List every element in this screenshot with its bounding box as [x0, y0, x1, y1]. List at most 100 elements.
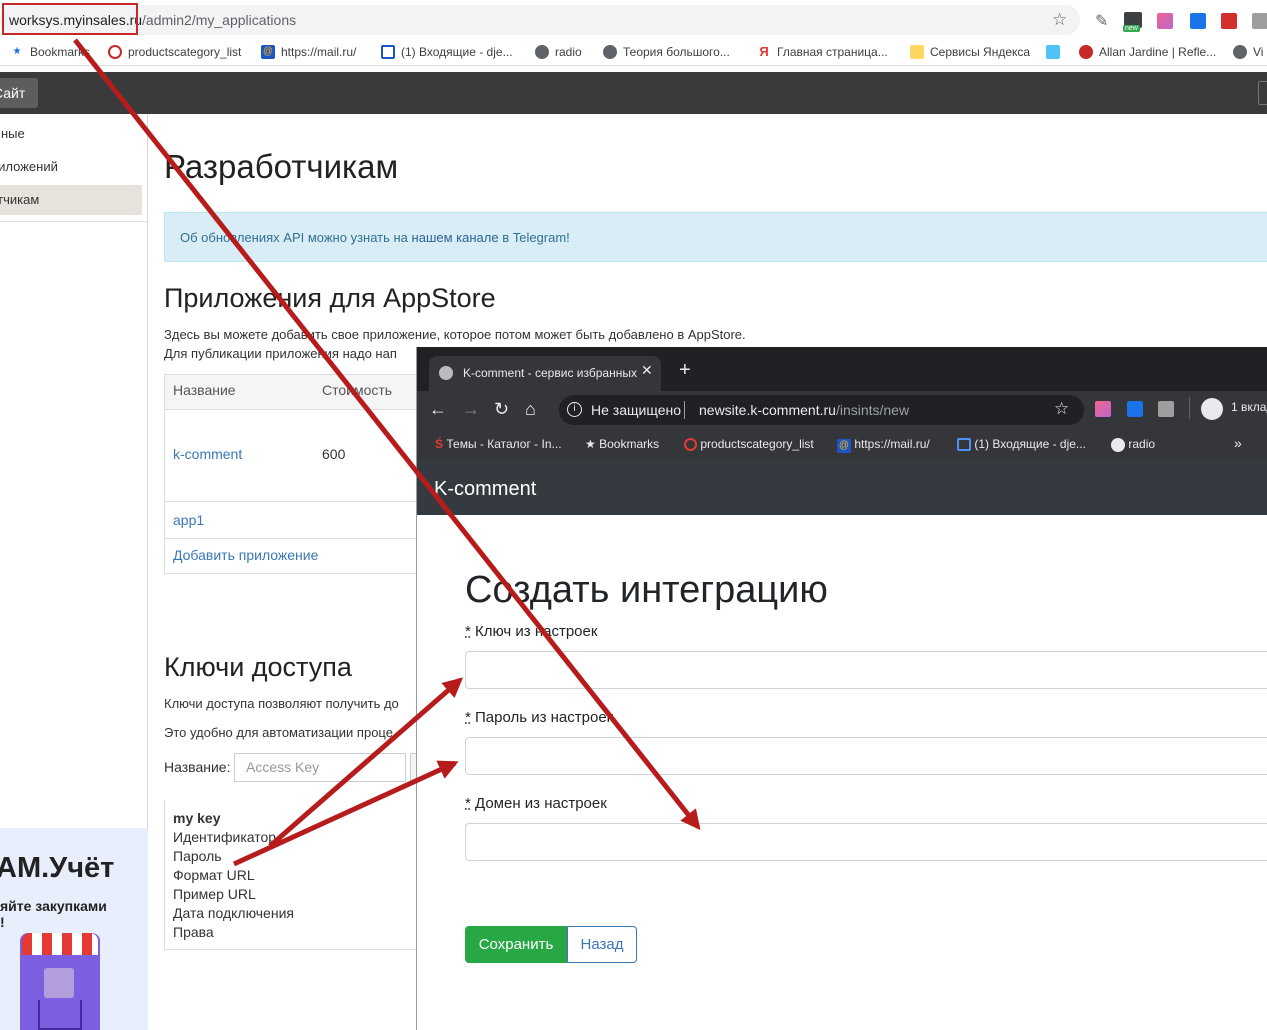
- extension-blue-icon[interactable]: [1190, 13, 1206, 29]
- access-keys-automation-note: Это удобно для автоматизации проце: [164, 725, 393, 740]
- appstore-description: Здесь вы можете добавить свое приложение…: [164, 327, 746, 342]
- admin-top-bar: [0, 72, 1267, 114]
- globe-icon: [535, 45, 549, 59]
- extension-gray-icon[interactable]: [1252, 13, 1267, 29]
- admin-top-gap: [0, 66, 1267, 72]
- inbox-icon: [381, 45, 395, 59]
- eyedropper-icon[interactable]: ✎: [1095, 11, 1108, 31]
- bookmark-item[interactable]: ★ Bookmarks: [10, 45, 91, 59]
- bookmark-star-icon[interactable]: ☆: [1054, 399, 1069, 419]
- key-name: my key: [173, 810, 221, 826]
- bookmarks-bar: ★ Bookmarks productscategory_list @ https:…: [0, 40, 1267, 66]
- home-icon[interactable]: ⌂: [525, 399, 536, 420]
- admin-bar-button[interactable]: [1258, 81, 1267, 105]
- page-title: Разработчикам: [164, 148, 399, 185]
- bookmark-star-icon[interactable]: ☆: [1052, 10, 1067, 30]
- url-path: /admin2/my_applications: [142, 12, 297, 28]
- bookmark-item[interactable]: ★ Bookmarks: [585, 437, 659, 451]
- yandex-icon: Я: [759, 44, 769, 59]
- globe-icon: [1111, 437, 1125, 452]
- extension-gray-icon[interactable]: [1158, 401, 1174, 417]
- required-mark: *: [465, 623, 471, 640]
- bookmark-item[interactable]: Сервисы Яндекса: [910, 45, 1030, 59]
- key-field-password: Пароль: [173, 848, 222, 864]
- tab-close-icon[interactable]: ✕: [641, 362, 653, 379]
- access-key-name-input[interactable]: Access Key: [234, 753, 406, 782]
- globe-icon: [1233, 45, 1247, 59]
- field-label-key: * Ключ из настроек: [465, 623, 598, 640]
- bookmark-item[interactable]: radio: [1111, 437, 1155, 452]
- access-keys-heading: Ключи доступа: [164, 652, 352, 682]
- sidebar-item-developers[interactable]: Разработчикам: [0, 185, 142, 215]
- bookmark-item[interactable]: (1) Входящие - dje...: [381, 45, 513, 59]
- bookmark-item[interactable]: Теория большого...: [603, 45, 730, 59]
- access-keys-description: Ключи доступа позволяют получить до: [164, 696, 399, 711]
- extension-blue-icon[interactable]: [1127, 401, 1143, 417]
- column-header-price: Стоимость: [322, 382, 393, 398]
- bookmark-item[interactable]: Я Главная страница...: [757, 44, 887, 60]
- bookmark-item[interactable]: @ https://mail.ru/: [261, 45, 356, 59]
- more-bookmarks-icon[interactable]: »: [1234, 435, 1242, 451]
- key-field-connected-date: Дата подключения: [173, 905, 294, 921]
- extension-red-icon[interactable]: [1221, 13, 1237, 29]
- key-name-label: Название:: [164, 759, 231, 775]
- globe-icon: [603, 45, 617, 59]
- promo-title: АМ.Учёт: [0, 852, 115, 884]
- omnibox-separator: [684, 401, 685, 419]
- star-icon: ★: [12, 46, 22, 57]
- bookmark-item[interactable]: Vi: [1233, 45, 1263, 59]
- back-arrow-icon[interactable]: ←: [429, 399, 447, 420]
- bookmark-item[interactable]: Allan Jardine | Refle...: [1079, 45, 1216, 59]
- sidebar-item-installed[interactable]: Установленные: [0, 119, 142, 149]
- bookmark-item[interactable]: productscategory_list: [108, 45, 241, 59]
- tab-k-comment[interactable]: K-comment - сервис избранных: [429, 356, 661, 391]
- reload-icon[interactable]: ↻: [494, 399, 509, 420]
- url-field[interactable]: worksys.myinsales.ru/admin2/my_applicati…: [0, 5, 1080, 35]
- key-input[interactable]: [465, 651, 1267, 689]
- table-row-divider: [165, 538, 423, 539]
- mail-at-icon: @: [837, 439, 851, 453]
- bookmark-favicon-icon: [1046, 45, 1060, 59]
- bookmark-favicon-icon: Ś: [435, 437, 444, 451]
- url-host: newsite.k-comment.ru: [699, 402, 836, 418]
- key-rights-link[interactable]: Права: [173, 924, 214, 940]
- bookmark-item[interactable]: Ś Темы - Каталог - In...: [435, 437, 562, 451]
- password-input[interactable]: [465, 737, 1267, 775]
- back-button[interactable]: Назад: [567, 926, 637, 963]
- bookmark-favicon-icon: [684, 438, 697, 452]
- telegram-channel-link[interactable]: нашем канале: [412, 230, 499, 245]
- column-header-name: Название: [173, 382, 236, 398]
- bookmark-item[interactable]: radio: [535, 45, 582, 59]
- extension-gradient-icon[interactable]: [1157, 13, 1173, 29]
- save-button[interactable]: Сохранить: [465, 926, 567, 963]
- url-field[interactable]: Не защищено newsite.k-comment.ru/insints/…: [559, 395, 1084, 425]
- inbox-icon: [957, 438, 971, 452]
- brand-link[interactable]: K-comment: [434, 478, 536, 501]
- required-mark: *: [465, 709, 471, 726]
- bookmark-item[interactable]: [1046, 45, 1060, 59]
- app-link-k-comment[interactable]: k-comment: [173, 446, 242, 462]
- sidebar-item-catalog[interactable]: Каталог приложений: [0, 152, 142, 182]
- mail-at-icon: @: [261, 45, 275, 59]
- profile-label[interactable]: 1 вклад: [1231, 400, 1267, 414]
- extension-gradient-icon[interactable]: [1095, 401, 1111, 417]
- bookmark-item[interactable]: @ https://mail.ru/: [837, 437, 930, 453]
- app-price: 600: [322, 446, 346, 462]
- bookmark-favicon-icon: [1079, 45, 1093, 59]
- bookmark-item[interactable]: productscategory_list: [684, 437, 814, 452]
- app-link-app1[interactable]: app1: [173, 512, 204, 528]
- domain-input[interactable]: [465, 823, 1267, 861]
- info-icon[interactable]: i: [567, 402, 582, 417]
- key-field-url-format: Формат URL: [173, 867, 255, 883]
- forward-arrow-icon[interactable]: →: [462, 399, 480, 420]
- promo-awning-illustration: [22, 933, 98, 955]
- incognito-icon[interactable]: [1201, 398, 1223, 420]
- bookmark-item[interactable]: (1) Входящие - dje...: [957, 437, 1086, 452]
- promo-box-illustration: [44, 968, 74, 998]
- appstore-heading: Приложения для AppStore: [164, 283, 496, 313]
- new-badge-icon: new: [1123, 25, 1140, 32]
- new-tab-icon[interactable]: +: [679, 359, 691, 382]
- site-button[interactable]: Сайт: [0, 78, 38, 108]
- add-app-link[interactable]: Добавить приложение: [173, 547, 318, 563]
- k-comment-navbar: [417, 459, 1267, 515]
